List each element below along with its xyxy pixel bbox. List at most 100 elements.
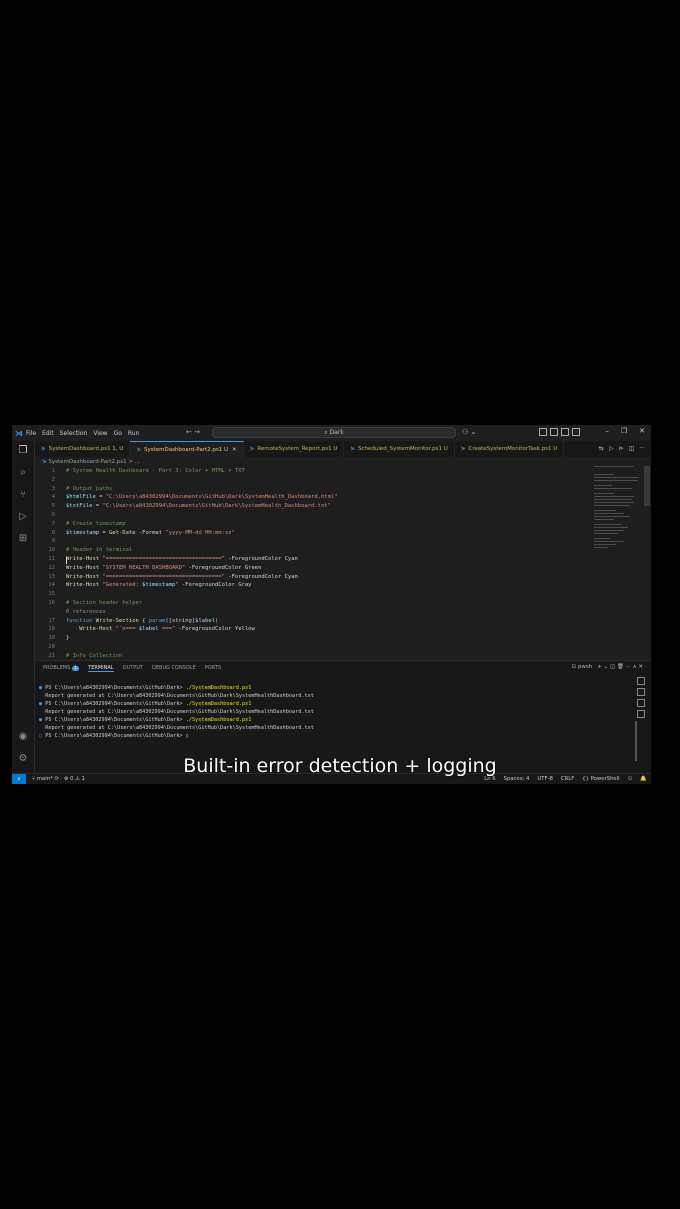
minimap-line: [594, 547, 608, 548]
terminal-list: [637, 677, 645, 718]
code-token: "yyyy-MM-dd HH:mm:ss": [165, 529, 235, 536]
minimap-line: [594, 513, 624, 514]
run-icon[interactable]: ▷: [609, 445, 614, 452]
terminal-instance-icon[interactable]: [637, 677, 645, 685]
tab-label: SystemDashboard.ps1: [48, 446, 111, 452]
code-token: -ForegroundColor Yellow: [175, 626, 255, 633]
menu-item-edit[interactable]: Edit: [42, 430, 54, 437]
minimap-line: [594, 485, 612, 486]
search-view-icon[interactable]: ⌕: [17, 467, 29, 479]
code-token: function: [66, 617, 93, 624]
compare-icon[interactable]: ⇆: [599, 445, 604, 452]
tab-problems[interactable]: PROBLEMS 1: [43, 665, 80, 672]
line-code: # Section header helper: [66, 600, 142, 606]
debug-icon[interactable]: ⊳: [619, 445, 624, 452]
line-number: 13: [48, 573, 55, 580]
editor-tabs: ⋟ SystemDashboard.ps1 1, U ⋟ SystemDashboar…: [35, 441, 651, 458]
code-editor[interactable]: 1 # System Health Dashboard - Part 3: Col…: [35, 466, 601, 662]
line-number: 3: [51, 485, 55, 492]
code-token: "`n===: [112, 626, 139, 633]
menu-item-go[interactable]: Go: [114, 430, 122, 437]
editor-tab[interactable]: ⋟ CreateSystemMonitorTask.ps1 U: [455, 441, 565, 457]
shell-name: pwsh: [577, 664, 593, 670]
line-number: 12: [48, 564, 55, 571]
extensions-icon[interactable]: ⊞: [17, 533, 29, 545]
code-token: "C:\Users\a84302994\Documents\GitHub\Dar…: [102, 503, 331, 510]
minimize-button[interactable]: –: [605, 427, 609, 435]
line-number: 8: [51, 529, 55, 536]
copilot-icon[interactable]: ⚇ ⌄: [462, 428, 476, 436]
minimap-line: [594, 530, 624, 531]
editor-tab[interactable]: ⋟ SystemDashboard-Part2.ps1 U ✕: [130, 441, 244, 458]
minimap-line: [594, 510, 616, 511]
terminal-line: ● PS C:\Users\a84302994\Documents\GitHub…: [39, 717, 314, 725]
account-icon[interactable]: ◉: [17, 731, 29, 743]
code-token: "SYSTEM HEALTH DASHBOARD": [99, 564, 186, 571]
nav-arrows-icon[interactable]: ← →: [186, 428, 200, 436]
source-control-icon[interactable]: ⑂: [17, 489, 29, 501]
code-token: ===": [158, 626, 176, 633]
menu-item-selection[interactable]: Selection: [60, 430, 88, 437]
terminal-instance-icon[interactable]: [637, 710, 645, 718]
editor-tab[interactable]: ⋟ Scheduled_SystemMonitor.ps1 U: [344, 441, 455, 457]
close-window-button[interactable]: ✕: [639, 427, 645, 435]
line-number: 4: [51, 494, 55, 501]
explorer-icon[interactable]: ❐: [17, 445, 29, 457]
tab-label: Scheduled_SystemMonitor.ps1: [357, 446, 442, 452]
minimap-line: [594, 538, 610, 539]
line-number: 21: [48, 652, 55, 659]
editor-scrollbar[interactable]: [644, 466, 650, 506]
terminal-shell-label[interactable]: ⊡ pwsh: [572, 664, 593, 670]
code-token: # System Health Dashboard - Part 3: Colo…: [66, 468, 245, 474]
tab-ports[interactable]: PORTS: [205, 665, 221, 672]
toggle-sidebar-icon[interactable]: [550, 428, 558, 436]
terminal-command: ./SystemDashboard.ps1: [185, 701, 252, 707]
terminal-text: Report generated at C:\Users\a84302994\D…: [45, 709, 314, 715]
run-debug-icon[interactable]: ▷: [17, 511, 29, 523]
editor-tab[interactable]: ⋟ SystemDashboard.ps1 1, U: [35, 441, 131, 457]
close-tab-icon[interactable]: ✕: [232, 447, 237, 453]
minimap-line: [594, 527, 628, 528]
menu-item-run[interactable]: Run: [128, 430, 140, 437]
code-token: -ForegroundColor Cyan: [224, 573, 298, 580]
breadcrumb[interactable]: ⋟ SystemDashboard-Part2.ps1 > ...: [42, 459, 140, 465]
code-token: # Create timestamp: [66, 520, 126, 527]
menu-item-view[interactable]: View: [93, 430, 107, 437]
maximize-button[interactable]: ❐: [621, 427, 627, 435]
code-token: # Info Collection: [66, 652, 123, 659]
code-token: }: [66, 635, 70, 642]
line-code: # Create timestamp: [66, 521, 126, 527]
code-token: "===================================": [99, 556, 225, 562]
menu-item-file[interactable]: File: [26, 430, 36, 437]
split-editor-icon[interactable]: ◫: [629, 445, 635, 452]
tab-status: 1, U: [110, 446, 124, 452]
line-number: 10: [48, 547, 55, 554]
code-token: $label: [195, 617, 216, 624]
terminal-instance-icon[interactable]: [637, 688, 645, 696]
line-number: 6: [51, 512, 55, 518]
terminal-actions[interactable]: + ⌄ ◫ 🗑 ··· ∧ ✕: [597, 664, 643, 670]
tab-terminal[interactable]: TERMINAL: [88, 665, 114, 672]
tab-label: RemoteSystem_Report.ps1: [257, 446, 332, 452]
tab-output[interactable]: OUTPUT: [123, 665, 143, 672]
more-actions-icon[interactable]: ···: [639, 445, 645, 452]
toggle-secondary-sidebar-icon[interactable]: [572, 428, 580, 436]
terminal-instance-icon[interactable]: [637, 699, 645, 707]
line-number: 18: [48, 626, 55, 633]
line-number: 9: [51, 538, 55, 545]
terminal-output[interactable]: ● PS C:\Users\a84302994\Documents\GitHub…: [39, 685, 314, 741]
minimap-line: [594, 533, 618, 534]
line-code: function Write-Section { param([string]$…: [66, 618, 218, 624]
toggle-panel-icon[interactable]: [561, 428, 569, 436]
code-token: ([string]: [165, 617, 196, 624]
minimap-line: [594, 544, 616, 545]
terminal-line: ○ PS C:\Users\a84302994\Documents\GitHub…: [39, 733, 314, 741]
minimap-line: [594, 477, 639, 478]
tab-debug-console[interactable]: DEBUG CONSOLE: [152, 665, 196, 672]
command-center-search[interactable]: ⌕ Dark: [212, 427, 456, 438]
activity-bar: ❐ ⌕ ⑂ ▷ ⊞ ◉ ⚙: [12, 441, 35, 773]
layout-customize-icon[interactable]: [539, 428, 547, 436]
editor-tab[interactable]: ⋟ RemoteSystem_Report.ps1 U: [244, 441, 345, 457]
minimap[interactable]: [592, 466, 648, 556]
code-token: =: [95, 494, 106, 501]
